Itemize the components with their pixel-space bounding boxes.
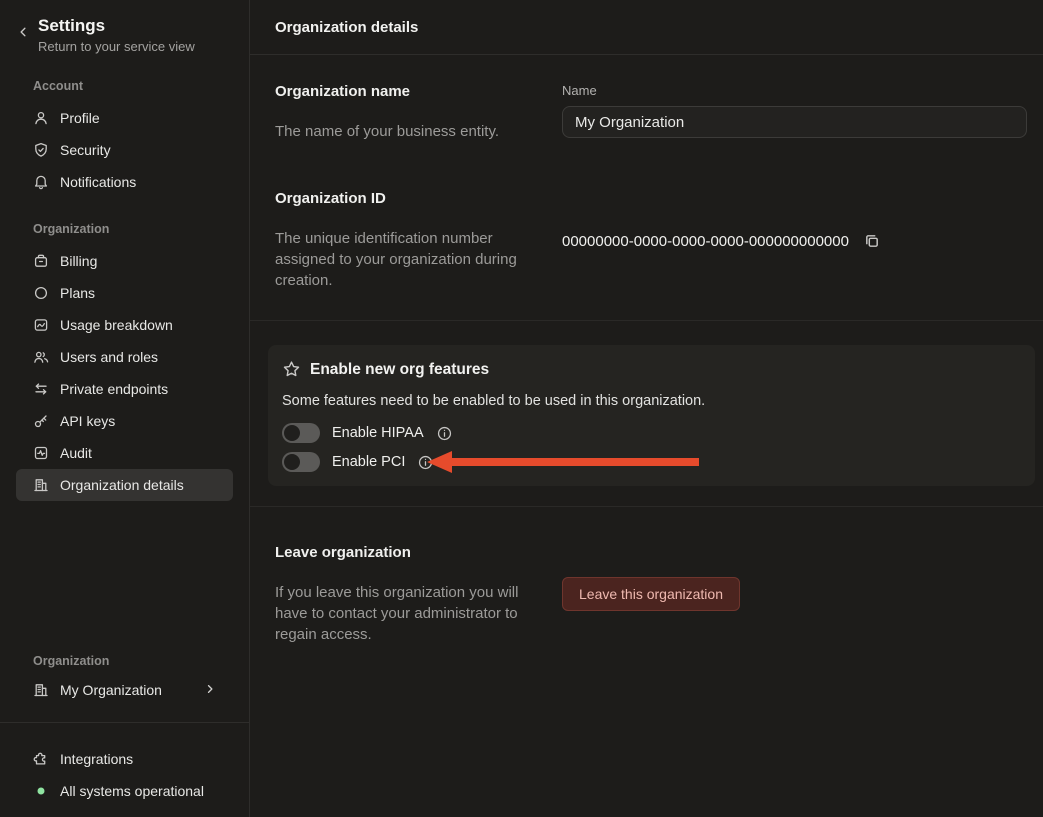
audit-icon — [33, 445, 49, 461]
sidebar-item-label: Notifications — [60, 174, 136, 190]
leave-heading: Leave organization — [275, 544, 562, 561]
users-icon — [33, 349, 49, 365]
sidebar: Settings Return to your service view Acc… — [0, 0, 250, 817]
hipaa-toggle-label: Enable HIPAA — [332, 425, 424, 441]
sidebar-item-security[interactable]: Security — [16, 134, 233, 166]
section-divider — [250, 320, 1043, 321]
organization-id-section: Organization ID The unique identificatio… — [250, 190, 1043, 291]
wallet-icon — [33, 253, 49, 269]
org-switcher[interactable]: My Organization — [16, 674, 233, 706]
content-header: Organization details — [250, 0, 1043, 55]
status-label: All systems operational — [60, 783, 204, 799]
org-name-heading: Organization name — [275, 83, 562, 100]
status-dot-icon — [33, 787, 49, 795]
sidebar-item-users-and-roles[interactable]: Users and roles — [16, 341, 233, 373]
sidebar-title: Settings — [38, 16, 195, 36]
sidebar-item-plans[interactable]: Plans — [16, 277, 233, 309]
leave-organization-button[interactable]: Leave this organization — [562, 577, 740, 611]
pci-toggle-label: Enable PCI — [332, 454, 405, 470]
content-title: Organization details — [275, 19, 418, 36]
organization-name-section: Organization name The name of your busin… — [250, 83, 1043, 142]
sidebar-item-integrations[interactable]: Integrations — [16, 743, 233, 775]
sidebar-item-usage-breakdown[interactable]: Usage breakdown — [16, 309, 233, 341]
leave-description: If you leave this organization you will … — [275, 582, 533, 645]
sidebar-item-billing[interactable]: Billing — [16, 245, 233, 277]
star-icon — [282, 360, 301, 379]
enable-pci-toggle[interactable] — [282, 452, 320, 472]
annotation-arrow-icon — [427, 449, 699, 475]
info-icon[interactable] — [436, 425, 453, 442]
usage-chart-icon — [33, 317, 49, 333]
name-field-label: Name — [562, 83, 1027, 98]
sidebar-item-profile[interactable]: Profile — [16, 102, 233, 134]
org-id-heading: Organization ID — [275, 190, 562, 207]
section-label-organization: Organization — [33, 222, 249, 236]
building-icon — [33, 682, 49, 698]
sidebar-item-label: Profile — [60, 110, 100, 126]
sidebar-item-label: Security — [60, 142, 111, 158]
sidebar-item-notifications[interactable]: Notifications — [16, 166, 233, 198]
pci-toggle-row: Enable PCI — [282, 450, 1021, 474]
sidebar-item-label: Users and roles — [60, 349, 158, 365]
key-icon — [33, 413, 49, 429]
features-card-description: Some features need to be enabled to be u… — [282, 393, 1021, 409]
sidebar-item-audit[interactable]: Audit — [16, 437, 233, 469]
sidebar-item-api-keys[interactable]: API keys — [16, 405, 233, 437]
org-features-card: Enable new org features Some features ne… — [268, 345, 1035, 486]
sidebar-item-label: Organization details — [60, 477, 184, 493]
sidebar-footer: Organization My Organization Integration… — [0, 654, 249, 807]
sidebar-item-label: Integrations — [60, 751, 133, 767]
org-name-description: The name of your business entity. — [275, 121, 533, 142]
organization-id-value: 00000000-0000-0000-0000-000000000000 — [562, 233, 849, 250]
settings-app: Settings Return to your service view Acc… — [0, 0, 1043, 817]
organization-name-input[interactable] — [562, 106, 1027, 138]
swap-arrows-icon — [33, 381, 49, 397]
chevron-right-icon — [204, 682, 216, 698]
sidebar-item-label: Plans — [60, 285, 95, 301]
building-icon — [33, 477, 49, 493]
user-icon — [33, 110, 49, 126]
hipaa-toggle-row: Enable HIPAA — [282, 421, 1021, 445]
sidebar-item-label: Audit — [60, 445, 92, 461]
shield-check-icon — [33, 142, 49, 158]
org-id-description: The unique identification number assigne… — [275, 228, 533, 291]
org-switcher-label: My Organization — [60, 682, 162, 698]
sidebar-divider — [0, 722, 249, 723]
main-content: Organization details Organization name T… — [250, 0, 1043, 817]
puzzle-icon — [33, 751, 49, 767]
enable-hipaa-toggle[interactable] — [282, 423, 320, 443]
sidebar-header: Settings Return to your service view — [0, 0, 249, 54]
section-divider — [250, 506, 1043, 507]
sidebar-item-private-endpoints[interactable]: Private endpoints — [16, 373, 233, 405]
back-button[interactable] — [15, 24, 31, 40]
sidebar-item-label: Billing — [60, 253, 97, 269]
copy-button[interactable] — [863, 232, 881, 250]
features-card-heading: Enable new org features — [310, 361, 489, 379]
footer-section-label: Organization — [33, 654, 249, 668]
copy-icon — [863, 232, 881, 250]
sidebar-subtitle: Return to your service view — [38, 39, 195, 54]
sidebar-item-label: Usage breakdown — [60, 317, 173, 333]
sidebar-item-label: API keys — [60, 413, 115, 429]
sidebar-item-organization-details[interactable]: Organization details — [16, 469, 233, 501]
leave-organization-section: Leave organization If you leave this org… — [250, 544, 1043, 645]
sidebar-item-label: Private endpoints — [60, 381, 168, 397]
section-label-account: Account — [33, 79, 249, 93]
bell-icon — [33, 174, 49, 190]
system-status-link[interactable]: All systems operational — [16, 775, 233, 807]
circle-icon — [33, 285, 49, 301]
chevron-left-icon — [17, 26, 29, 38]
